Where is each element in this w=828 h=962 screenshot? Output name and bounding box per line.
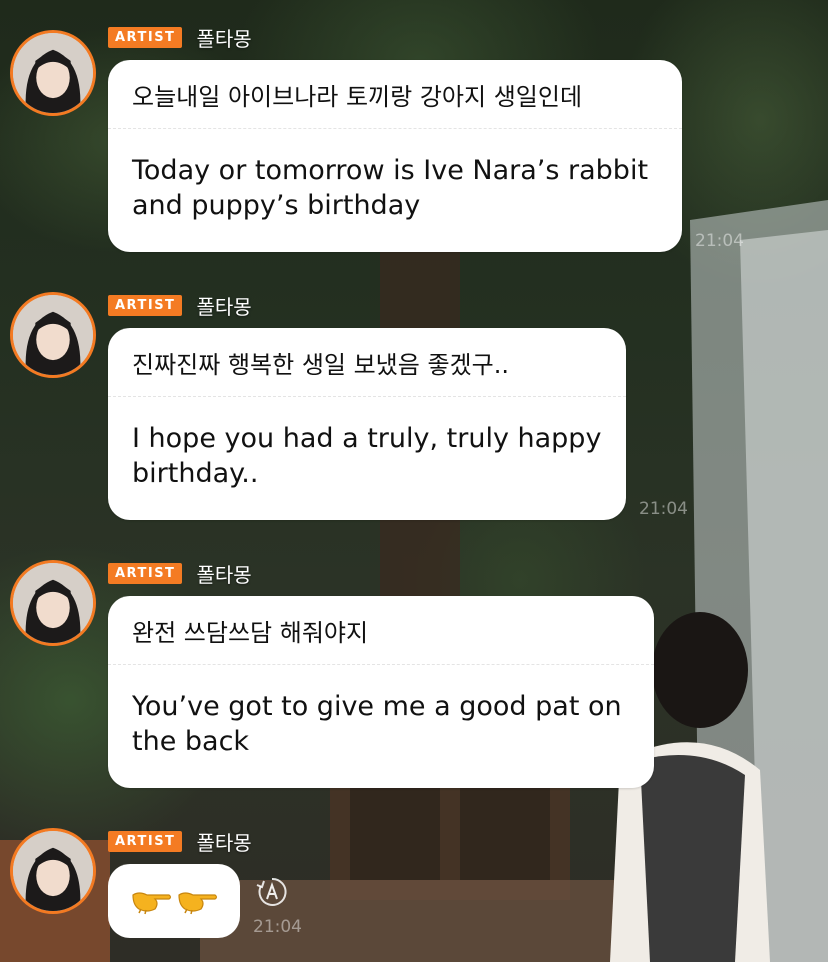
translated-line: the back <box>132 726 250 757</box>
sender-name[interactable]: 폴타몽 <box>196 827 251 856</box>
message-time: 21:04 <box>639 499 688 519</box>
original-text: 완전 쓰담쓰담 해줘야지 <box>132 619 369 647</box>
translated-line: I hope you had a truly, truly happy <box>132 423 602 454</box>
translated-line: birthday.. <box>132 458 259 489</box>
emoji-message-bubble[interactable] <box>108 864 240 938</box>
pointing-hand-emoji <box>132 892 172 915</box>
artist-avatar[interactable] <box>10 292 96 378</box>
message-bubble[interactable]: 완전 쓰담쓰담 해줘야지 You’ve got to give me a goo… <box>108 596 654 788</box>
sender-name[interactable]: 폴타몽 <box>196 23 251 52</box>
message-bubble[interactable]: 오늘내일 아이브나라 토끼랑 강아지 생일인데 Today or tomorro… <box>108 60 682 252</box>
pointing-hand-emoji <box>178 892 218 915</box>
translated-text: You’ve got to give me a good pat on the … <box>108 665 654 759</box>
artist-avatar[interactable] <box>10 560 96 646</box>
artist-avatar[interactable] <box>10 30 96 116</box>
translated-line: Today or tomorrow is Ive Nara’s rabbit <box>132 155 649 186</box>
artist-badge: ARTIST <box>108 294 183 316</box>
artist-badge: ARTIST <box>108 562 183 584</box>
original-text: 오늘내일 아이브나라 토끼랑 강아지 생일인데 <box>132 83 583 111</box>
artist-avatar[interactable] <box>10 828 96 914</box>
artist-badge: ARTIST <box>108 830 183 852</box>
artist-badge: ARTIST <box>108 26 183 48</box>
translated-text: Today or tomorrow is Ive Nara’s rabbit a… <box>108 129 682 223</box>
translate-icon[interactable] <box>256 876 288 908</box>
sender-name[interactable]: 폴타몽 <box>196 291 251 320</box>
message-bubble[interactable]: 진짜진짜 행복한 생일 보냈음 좋겠구.. I hope you had a t… <box>108 328 626 520</box>
message-time: 21:04 <box>253 917 302 937</box>
sender-name[interactable]: 폴타몽 <box>196 559 251 588</box>
translated-line: and puppy’s birthday <box>132 190 421 221</box>
original-text: 진짜진짜 행복한 생일 보냈음 좋겠구.. <box>132 351 509 379</box>
translated-text: I hope you had a truly, truly happy birt… <box>108 397 626 491</box>
translated-line: You’ve got to give me a good pat on <box>132 691 622 722</box>
message-time: 21:04 <box>695 231 744 251</box>
